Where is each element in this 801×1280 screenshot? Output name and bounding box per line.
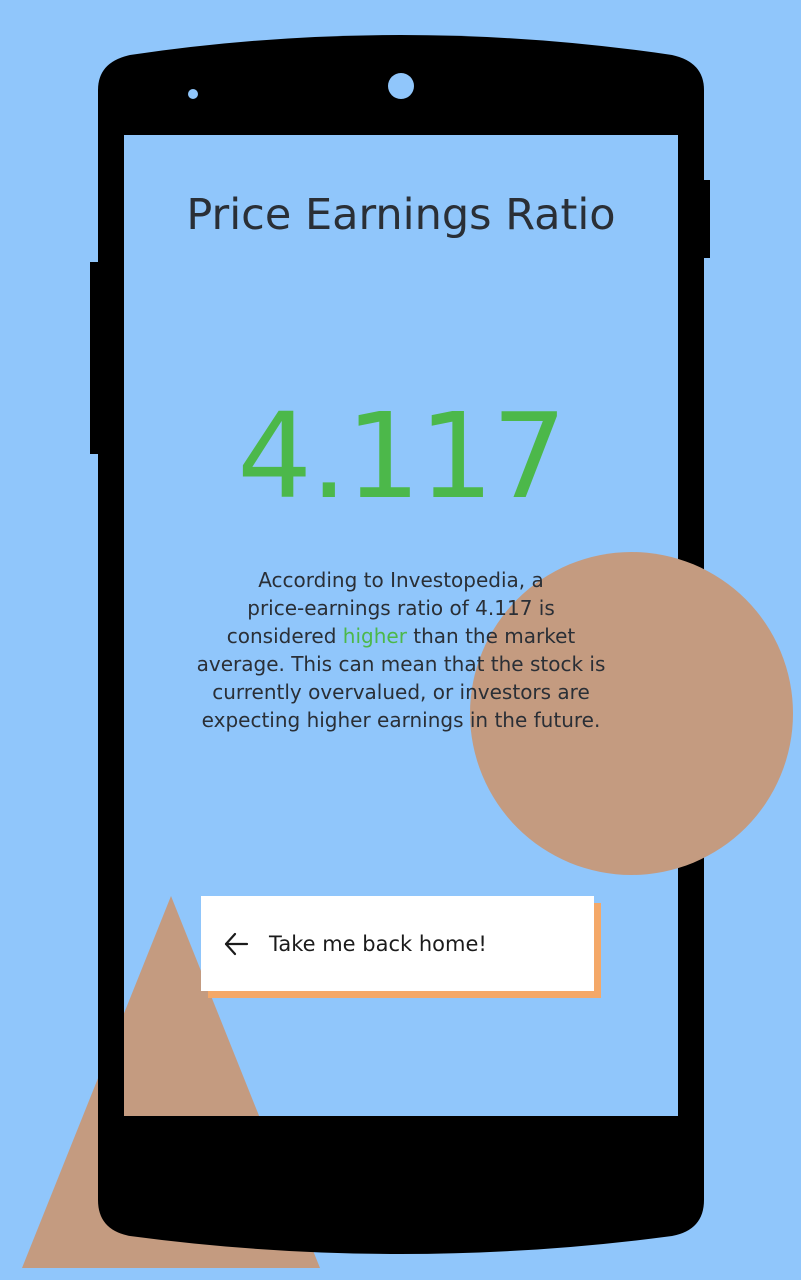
description-line: price-earnings ratio of 4.117 is xyxy=(247,596,555,620)
description-text: than the market xyxy=(406,624,576,648)
description-line: According to Investopedia, a xyxy=(258,568,544,592)
phone-screen: Price Earnings Ratio 4.117 According to … xyxy=(124,135,678,1116)
description-text: considered xyxy=(226,624,343,648)
description-line: average. This can mean that the stock is xyxy=(196,652,606,676)
ratio-value: 4.117 xyxy=(237,387,567,525)
page-title: Price Earnings Ratio xyxy=(186,190,616,240)
description-line: currently overvalued, or investors are xyxy=(212,680,590,704)
arrow-left-icon xyxy=(224,932,249,955)
highlight-word: higher xyxy=(342,624,407,648)
ratio-description: According to Investopedia, a price-earni… xyxy=(164,566,638,734)
back-home-label: Take me back home! xyxy=(269,931,487,956)
description-line: considered higher than the market xyxy=(164,622,638,650)
app-stage: Price Earnings Ratio 4.117 According to … xyxy=(0,0,801,1280)
back-home-button[interactable]: Take me back home! xyxy=(201,896,594,991)
description-line: expecting higher earnings in the future. xyxy=(201,708,601,732)
